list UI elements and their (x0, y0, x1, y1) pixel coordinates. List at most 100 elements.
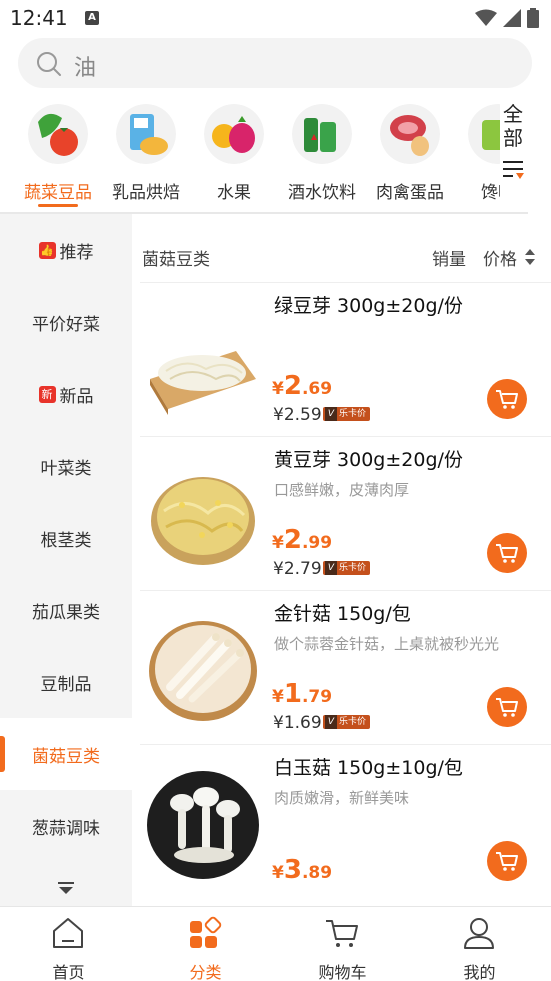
enoki-mushroom-image (149, 621, 257, 721)
add-to-cart-button[interactable] (487, 533, 527, 573)
category-icon (190, 916, 222, 948)
category-label: 水果 (217, 183, 251, 203)
nav-label: 购物车 (318, 963, 367, 981)
sidebar-item-value[interactable]: 平价好菜 (0, 286, 132, 358)
add-to-cart-button[interactable] (487, 841, 527, 881)
product-name: 绿豆芽 300g±20g/份 (274, 295, 463, 317)
category-label: 酒水饮料 (288, 183, 356, 203)
product-item[interactable]: 金针菇 150g/包 做个蒜蓉金针菇，上桌就被秒光光 ¥1.79 ¥1.69 V… (140, 590, 551, 744)
sidebar-item-label: 根茎类 (40, 530, 92, 551)
product-name: 黄豆芽 300g±20g/份 (274, 449, 463, 471)
product-desc: 口感鲜嫩，皮薄肉厚 (274, 481, 410, 499)
sidebar-item-new[interactable]: 新 新品 (0, 358, 132, 430)
list-title: 菌菇豆类 (142, 250, 210, 270)
product-desc: 做个蒜蓉金针菇，上桌就被秒光光 (274, 635, 500, 653)
category-label: 馋嘴 (481, 183, 500, 203)
nav-profile[interactable]: 我的 (411, 907, 548, 981)
list-header: 菌菇豆类 销量 价格 (132, 230, 551, 282)
product-price: ¥2.69 (272, 371, 333, 401)
card-price: ¥2.59 (273, 405, 322, 425)
soybean-sprouts-image (151, 477, 255, 565)
cart-icon (496, 544, 518, 563)
sidebar-item-tofu[interactable]: 豆制品 (0, 646, 132, 718)
cart-icon (496, 698, 518, 717)
nav-cart[interactable]: 购物车 (274, 907, 411, 981)
drinks-image (292, 104, 352, 164)
active-indicator (0, 736, 5, 772)
card-price: ¥2.79 (273, 559, 322, 579)
sidebar-item-root[interactable]: 根茎类 (0, 502, 132, 574)
new-badge-icon: 新 (38, 385, 56, 403)
search-icon (37, 52, 61, 76)
category-drinks[interactable]: 酒水饮料 (278, 100, 366, 210)
category-fruit[interactable]: 水果 (190, 100, 278, 210)
filter-menu-icon (503, 161, 524, 179)
sidebar-item-leafy[interactable]: 叶菜类 (0, 430, 132, 502)
add-to-cart-button[interactable] (487, 687, 527, 727)
nav-label: 首页 (52, 963, 85, 981)
sidebar-item-mushroom[interactable]: 菌菇豆类 (0, 718, 132, 790)
signal-icon (503, 9, 521, 27)
product-name: 白玉菇 150g±10g/包 (274, 757, 463, 779)
sidebar-item-label: 叶菜类 (40, 458, 92, 479)
home-icon (53, 918, 83, 948)
card-price-badge: V 乐卡价 (323, 407, 371, 421)
sidebar-item-label: 茄瓜果类 (32, 602, 100, 623)
product-name: 金针菇 150g/包 (274, 603, 411, 625)
sort-arrows-icon (525, 249, 535, 265)
all-label-line1: 全 (503, 102, 523, 126)
product-item[interactable]: 白玉菇 150g±10g/包 肉质嫩滑，新鲜美味 ¥3.89 (140, 744, 551, 898)
sidebar-item-label: 豆制品 (40, 674, 92, 695)
sidebar-item-melon[interactable]: 茄瓜果类 (0, 574, 132, 646)
card-price-badge: V 乐卡价 (323, 561, 371, 575)
user-icon (464, 918, 494, 949)
nav-category[interactable]: 分类 (137, 907, 274, 981)
product-desc: 肉质嫩滑，新鲜美味 (274, 789, 410, 807)
sidebar-more-button[interactable] (0, 870, 132, 906)
product-price: ¥1.79 (272, 679, 333, 709)
cart-icon (496, 852, 518, 871)
category-dairy[interactable]: 乳品烘焙 (102, 100, 190, 210)
status-time: 12:41 (10, 6, 68, 30)
product-item[interactable]: 黄豆芽 300g±20g/份 口感鲜嫩，皮薄肉厚 ¥2.99 ¥2.79 V 乐卡… (140, 436, 551, 590)
sidebar-item-seasoning[interactable]: 葱蒜调味 (0, 790, 132, 862)
nav-label: 我的 (463, 963, 496, 981)
search-text: 油 (74, 56, 97, 81)
card-price: ¥1.69 (273, 713, 322, 733)
sort-by-price-button[interactable]: 价格 (483, 245, 517, 270)
add-to-cart-button[interactable] (487, 379, 527, 419)
all-label-line2: 部 (503, 126, 523, 150)
sidebar-item-label: 葱蒜调味 (32, 818, 100, 839)
white-beech-mushroom-image (147, 771, 259, 879)
battery-icon (527, 8, 539, 28)
cart-icon (326, 920, 358, 947)
card-price-badge: V 乐卡价 (323, 715, 371, 729)
search-input[interactable]: 油 (18, 38, 532, 88)
product-item[interactable]: 绿豆芽 300g±20g/份 ¥2.69 ¥2.59 V 乐卡价 (140, 282, 551, 436)
status-bar: 12:41 A (0, 0, 551, 36)
meat-eggs-image (380, 104, 440, 164)
cart-icon (496, 390, 518, 409)
product-price: ¥2.99 (272, 525, 333, 555)
sort-by-sales-button[interactable]: 销量 (432, 245, 466, 270)
category-label: 蔬菜豆品 (24, 183, 92, 203)
sidebar-item-label: 菌菇豆类 (32, 746, 100, 767)
product-price: ¥3.89 (272, 855, 333, 885)
nav-home[interactable]: 首页 (0, 907, 137, 981)
status-icons (475, 8, 539, 28)
sidebar: 👍 推荐 平价好菜 新 新品 叶菜类 根茎类 茄瓜果类 豆制品 菌菇豆类 葱蒜调… (0, 214, 132, 906)
thumbs-up-icon: 👍 (38, 241, 56, 259)
sidebar-item-recommend[interactable]: 👍 推荐 (0, 214, 132, 286)
notification-a-icon: A (85, 11, 99, 25)
wifi-icon (475, 9, 497, 26)
triangle-down-icon (58, 882, 74, 894)
bottom-nav: 首页 分类 购物车 我的 (0, 906, 551, 981)
all-categories-button[interactable]: 全 部 (496, 102, 530, 184)
category-label: 肉禽蛋品 (376, 183, 444, 203)
sidebar-item-label: 平价好菜 (32, 314, 100, 335)
category-meat-eggs[interactable]: 肉禽蛋品 (366, 100, 454, 210)
category-snacks[interactable]: 馋嘴 (454, 100, 500, 210)
category-vegetables[interactable]: 蔬菜豆品 (14, 100, 102, 210)
sidebar-item-label: 新品 (59, 386, 94, 407)
mung-bean-sprouts-image (150, 351, 256, 415)
